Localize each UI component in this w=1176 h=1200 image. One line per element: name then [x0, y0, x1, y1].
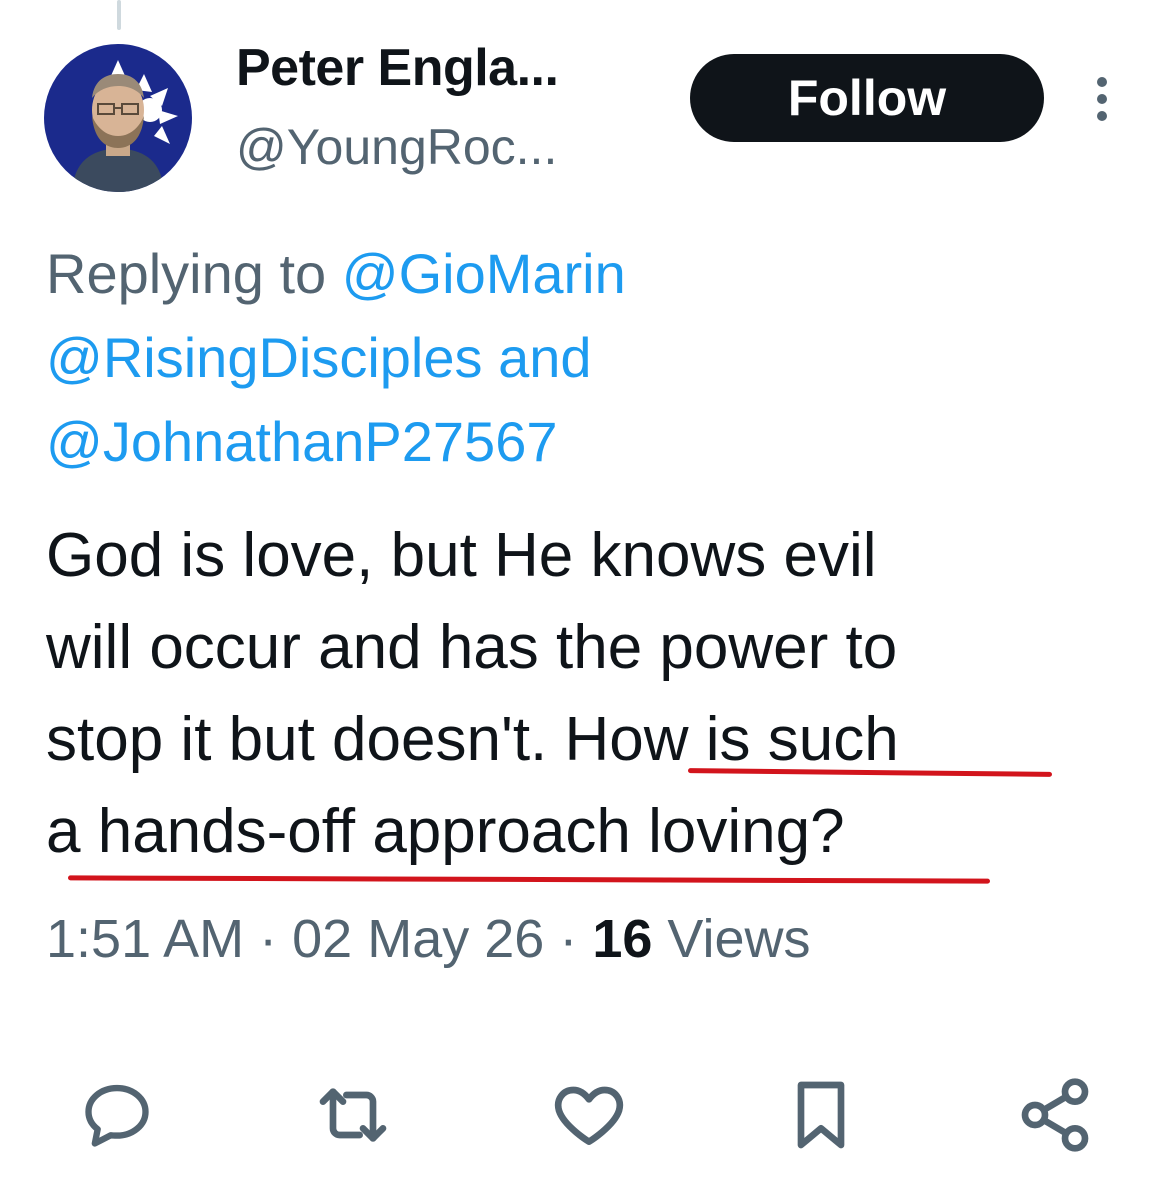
author-handle[interactable]: @YoungRoc...: [236, 118, 557, 176]
mention-link[interactable]: @RisingDisciples: [46, 326, 483, 389]
bookmark-icon: [797, 1081, 845, 1149]
action-bar: [0, 1070, 1176, 1160]
reply-icon: [85, 1084, 149, 1147]
bookmark-button[interactable]: [776, 1070, 866, 1160]
views-label: Views: [667, 909, 811, 969]
tweet-meta: 1:51 AM · 02 May 26 · 16 Views: [46, 908, 810, 970]
avatar-image: [44, 44, 192, 192]
thread-connector-line: [117, 0, 121, 30]
like-button[interactable]: [544, 1070, 634, 1160]
mention-link[interactable]: @JohnathanP27567: [46, 410, 558, 473]
tweet-line: How is such: [564, 705, 899, 774]
views-count: 16: [592, 909, 653, 969]
mention-link[interactable]: @GioMarin: [342, 242, 626, 305]
reply-button[interactable]: [72, 1070, 162, 1160]
tweet-line: stop it but doesn't.: [46, 705, 548, 774]
author-display-name[interactable]: Peter Engla...: [236, 38, 559, 98]
avatar[interactable]: [44, 44, 192, 192]
tweet-line: will occur and has the power to: [46, 613, 898, 682]
share-button[interactable]: [1010, 1070, 1100, 1160]
tweet-body: God is love, but He knows evil will occu…: [46, 510, 1156, 878]
meta-separator: ·: [259, 909, 278, 969]
share-icon: [1021, 1078, 1089, 1152]
retweet-icon: [319, 1088, 387, 1142]
meta-separator: ·: [559, 909, 578, 969]
reply-conjunction: and: [498, 326, 592, 389]
tweet-line: God is love, but He knows evil: [46, 521, 877, 590]
tweet-date[interactable]: 02 May 26: [292, 909, 544, 969]
like-icon: [554, 1086, 624, 1145]
reply-context: Replying to @GioMarin @RisingDisciples a…: [46, 232, 1146, 484]
reply-prefix: Replying to: [46, 242, 327, 305]
more-options-icon[interactable]: [1090, 74, 1114, 124]
retweet-button[interactable]: [308, 1070, 398, 1160]
tweet-line: a hands-off approach loving?: [46, 797, 845, 866]
follow-button[interactable]: Follow: [690, 54, 1044, 142]
tweet-time[interactable]: 1:51 AM: [46, 909, 244, 969]
